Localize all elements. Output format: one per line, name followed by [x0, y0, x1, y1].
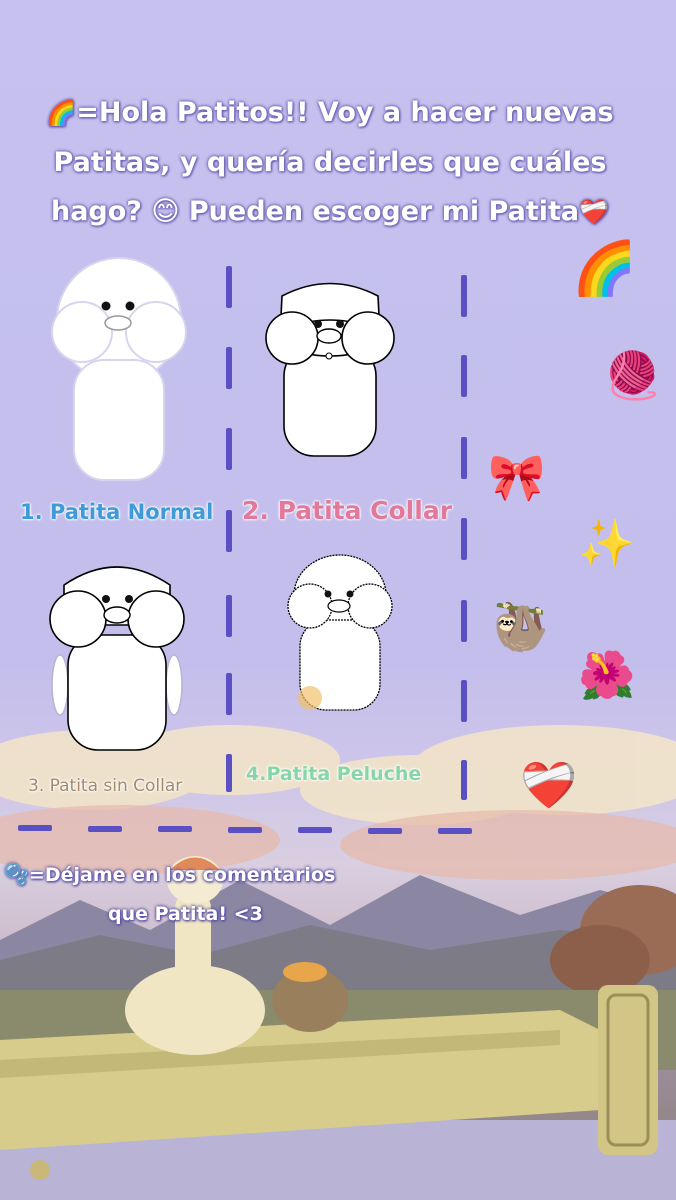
rainbow-icon: 🌈 — [46, 99, 77, 127]
sparkles-icon: ✨ — [578, 516, 636, 570]
mending-heart-icon: ❤️‍🩹 — [579, 198, 610, 226]
ribbon-icon: 🎀 — [488, 450, 546, 504]
story-page: 🌈=Hola Patitos!! Voy a hacer nuevas Pati… — [0, 0, 676, 1200]
sloth-icon: 🦥 — [492, 600, 550, 654]
title-line-1: 🌈=Hola Patitos!! Voy a hacer nuevas — [20, 88, 640, 138]
duck-no-collar-image — [49, 566, 185, 751]
duck-plush-image — [287, 554, 393, 711]
option-4-label: 4.Patita Peluche — [246, 763, 422, 785]
rainbow-icon: 🌈 — [572, 239, 637, 299]
mending-heart-icon: ❤️‍🩹 — [520, 758, 578, 812]
option-1-label: 1. Patita Normal — [20, 500, 214, 524]
yarn-icon: 🧶 — [604, 348, 662, 402]
title-line-2: Patitas, y quería decirles que cuáles — [53, 147, 607, 178]
bubbles-icon: 🫧 — [4, 862, 29, 886]
duck-normal-image — [51, 257, 187, 481]
option-2-label: 2. Patita Collar — [242, 496, 453, 525]
comment-prompt-line-2: que Patita! <3 — [108, 903, 263, 925]
title-line-3: hago? 😊 Pueden escoger mi Patita❤️‍🩹 — [20, 187, 640, 237]
option-3-label: 3. Patita sin Collar — [28, 776, 183, 796]
duck-collar-image — [265, 282, 395, 457]
hibiscus-icon: 🌺 — [578, 648, 636, 702]
post-title: 🌈=Hola Patitos!! Voy a hacer nuevas Pati… — [20, 88, 640, 237]
comment-prompt-line-1: 🫧=Déjame en los comentarios — [4, 862, 336, 886]
